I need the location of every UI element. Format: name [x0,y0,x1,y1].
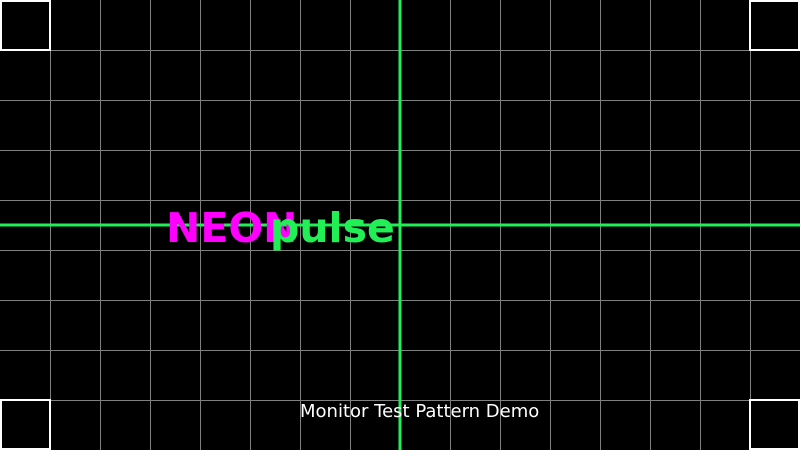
caption-text: Monitor Test Pattern Demo [300,401,540,422]
corner-box-top-left [0,0,51,51]
corner-box-bottom-right [749,399,800,450]
brand-word-pulse: pulse [270,204,395,252]
test-pattern-screen: NEON pulse Monitor Test Pattern Demo [0,0,800,450]
corner-box-bottom-left [0,399,51,450]
test-pattern-grid [0,0,800,450]
corner-box-top-right [749,0,800,51]
